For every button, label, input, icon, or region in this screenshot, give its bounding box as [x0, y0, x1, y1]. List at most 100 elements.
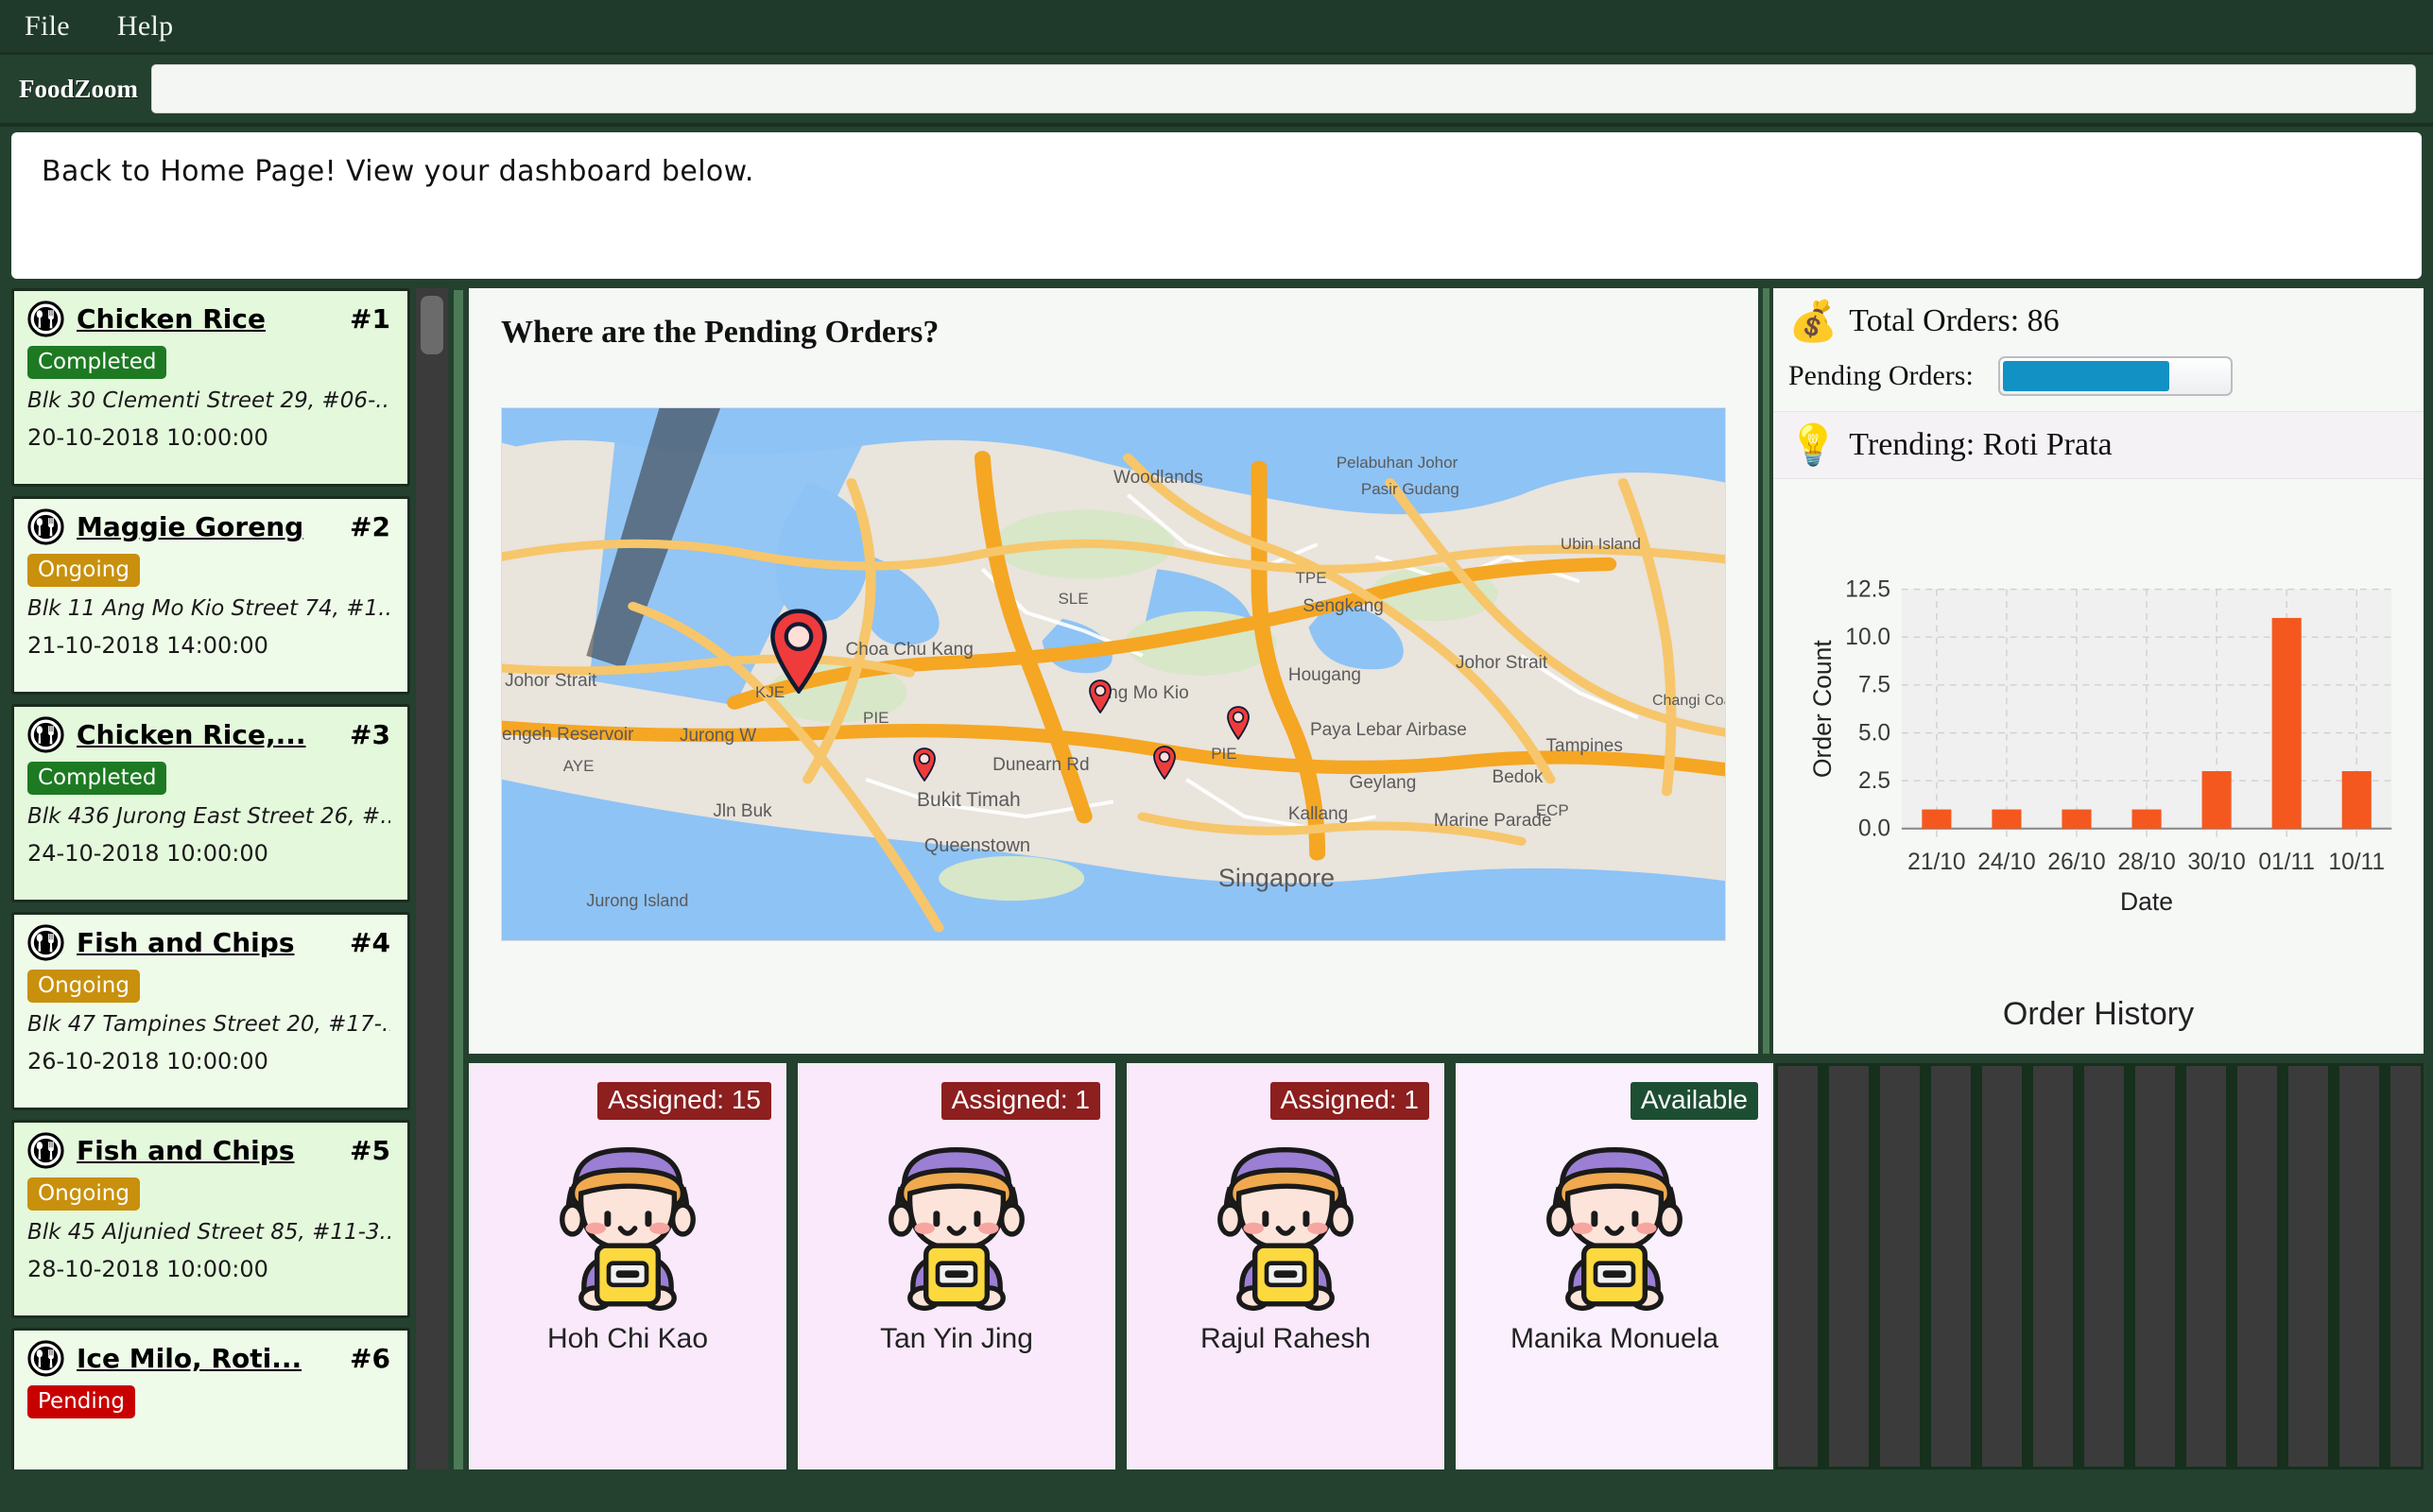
order-card[interactable]: Fish and Chips #5 Ongoing Blk 45 Aljunied S…	[11, 1120, 410, 1318]
orders-scrollbar-thumb[interactable]	[421, 296, 443, 354]
driver-status-badge: Assigned: 1	[1269, 1082, 1429, 1120]
chart-svg: 0.0 2.5 5.0 7.5 10.0 12.5 21/10 24/10 26/10 28/10…	[1808, 576, 2392, 916]
chart-x-tick: 24/10	[1977, 850, 2035, 875]
order-card[interactable]: Fish and Chips #4 Ongoing Blk 47 Tampines S…	[11, 912, 410, 1110]
driver-name: Tan Yin Jing	[880, 1323, 1033, 1354]
banner-region: Back to Home Page! View your dashboard b…	[0, 123, 2433, 288]
menu-item-file[interactable]: File	[25, 10, 70, 43]
order-number: #2	[350, 511, 390, 542]
chart-x-tick: 26/10	[2047, 850, 2105, 875]
order-pin-icon[interactable]	[1088, 679, 1113, 714]
chart-bar[interactable]	[1992, 809, 2022, 829]
restaurant-icon	[27, 1132, 64, 1169]
driver-card[interactable]: Assigned: 1 Rajul Rahesh	[1127, 1063, 1444, 1469]
order-status-badge: Ongoing	[27, 554, 140, 587]
order-number: #5	[350, 1135, 390, 1166]
chart-y-tick: 0.0	[1858, 816, 1890, 842]
restaurant-plate-icon	[27, 924, 64, 961]
app-brand-title: FoodZoom	[19, 74, 139, 103]
driver-status-badge: Assigned: 15	[597, 1082, 771, 1120]
order-pin-icon[interactable]	[1226, 706, 1251, 741]
singapore-map[interactable]: Woodlands Pelabuhan Johor Pasir Gudang Ubin…	[501, 407, 1726, 941]
drivers-row: Assigned: 15 Hoh Chi Kao Assigned: 1 Tan …	[469, 1063, 2424, 1469]
order-number: #6	[350, 1343, 390, 1374]
pending-orders-map-panel: Where are the Pending Orders? Woodlands …	[469, 288, 1758, 1054]
chart-bar[interactable]	[1922, 809, 1952, 829]
order-address: Blk 30 Clementi Street 29, #06-...	[27, 388, 390, 413]
driver-card[interactable]: Assigned: 15 Hoh Chi Kao	[469, 1063, 786, 1469]
order-address: Blk 11 Ang Mo Kio Street 74, #1...	[27, 596, 390, 621]
driver-card[interactable]: Available Manika Monuela	[1456, 1063, 1773, 1469]
order-status-badge: Pending	[27, 1385, 135, 1418]
order-title[interactable]: Ice Milo, Roti...	[77, 1343, 337, 1374]
progress-fill	[2002, 361, 2169, 391]
driver-card[interactable]: Assigned: 1 Tan Yin Jing	[798, 1063, 1115, 1469]
empty-placeholder-area	[1775, 1063, 2424, 1469]
search-input[interactable]	[151, 64, 2416, 113]
menu-bar: File Help	[0, 0, 2433, 52]
total-orders-row: 💰 Total Orders: 86	[1773, 288, 2424, 347]
main-area: Chicken Rice #1 Completed Blk 30 Clementi S…	[0, 288, 2433, 1469]
chart-bar[interactable]	[2341, 771, 2372, 829]
content-column: Where are the Pending Orders? Woodlands …	[469, 288, 2433, 1469]
chart-y-tick: 12.5	[1845, 576, 1890, 602]
restaurant-plate-icon	[27, 301, 64, 337]
brand-bar: FoodZoom	[0, 52, 2433, 123]
order-title[interactable]: Chicken Rice	[77, 303, 337, 335]
order-list[interactable]: Chicken Rice #1 Completed Blk 30 Clementi S…	[11, 288, 416, 1469]
driver-name: Manika Monuela	[1510, 1323, 1719, 1354]
order-number: #4	[350, 927, 390, 958]
driver-status-badge: Available	[1630, 1082, 1758, 1120]
order-pin-icon[interactable]	[912, 747, 937, 782]
order-number: #1	[350, 303, 390, 335]
sidebar-splitter[interactable]	[448, 288, 469, 1469]
restaurant-plate-icon	[27, 1132, 64, 1169]
order-status-badge: Ongoing	[27, 970, 140, 1003]
order-card[interactable]: Ice Milo, Roti... #6 Pending	[11, 1328, 410, 1469]
driver-name: Hoh Chi Kao	[546, 1323, 709, 1354]
selected-order-pin-icon[interactable]	[768, 609, 830, 696]
order-status-badge: Ongoing	[27, 1177, 140, 1211]
chart-bar[interactable]	[2201, 771, 2232, 829]
order-timestamp: 24-10-2018 10:00:00	[27, 840, 268, 867]
chart-bar[interactable]	[2062, 809, 2092, 829]
order-title[interactable]: Chicken Rice,...	[77, 719, 337, 750]
restaurant-plate-icon	[27, 716, 64, 753]
restaurant-plate-icon	[27, 1340, 64, 1377]
order-card[interactable]: Chicken Rice,... #3 Completed Blk 436 Juron…	[11, 704, 410, 902]
top-row: Where are the Pending Orders? Woodlands …	[469, 288, 2424, 1054]
chart-title: Order History	[2002, 996, 2195, 1032]
driver-name: Rajul Rahesh	[1199, 1323, 1372, 1354]
order-address: Blk 47 Tampines Street 20, #17-...	[27, 1012, 390, 1037]
order-timestamp: 28-10-2018 10:00:00	[27, 1256, 268, 1282]
chart-x-tick: 28/10	[2117, 850, 2175, 875]
order-status-badge: Completed	[27, 346, 167, 379]
driver-card-list: Assigned: 15 Hoh Chi Kao Assigned: 1 Tan …	[469, 1063, 1773, 1469]
restaurant-icon	[27, 716, 64, 753]
order-history-chart: 0.0 2.5 5.0 7.5 10.0 12.5 21/10 24/10 26/10 28/10…	[1792, 496, 2405, 990]
chart-y-tick: 2.5	[1858, 768, 1890, 794]
order-card[interactable]: Chicken Rice #1 Completed Blk 30 Clementi S…	[11, 288, 410, 487]
restaurant-icon	[27, 1340, 64, 1377]
chart-x-tick: 21/10	[1907, 850, 1965, 875]
order-status-badge: Completed	[27, 762, 167, 795]
order-card[interactable]: Maggie Goreng #2 Ongoing Blk 11 Ang Mo Kio …	[11, 496, 410, 695]
menu-item-help[interactable]: Help	[117, 10, 174, 43]
pending-orders-row: Pending Orders:	[1773, 347, 2424, 411]
chart-x-tick: 30/10	[2187, 850, 2245, 875]
pending-orders-label: Pending Orders:	[1788, 360, 1974, 391]
total-orders-label: Total Orders: 86	[1849, 303, 2060, 338]
order-title[interactable]: Fish and Chips	[77, 927, 337, 958]
order-title[interactable]: Fish and Chips	[77, 1135, 337, 1166]
chart-y-axis-label: Order Count	[1808, 640, 1837, 778]
orders-sidebar: Chicken Rice #1 Completed Blk 30 Clementi S…	[11, 288, 469, 1469]
chart-bar[interactable]	[2131, 809, 2162, 829]
vertical-splitter-grip	[1762, 288, 1769, 1054]
map-stats-splitter[interactable]	[1758, 288, 1773, 1054]
money-bag-icon: 💰	[1788, 299, 1838, 343]
order-pin-icon[interactable]	[1152, 745, 1177, 781]
chart-bar[interactable]	[2271, 617, 2302, 829]
orders-scrollbar[interactable]	[416, 288, 448, 1469]
order-timestamp: 26-10-2018 10:00:00	[27, 1048, 268, 1074]
order-title[interactable]: Maggie Goreng	[77, 511, 337, 542]
